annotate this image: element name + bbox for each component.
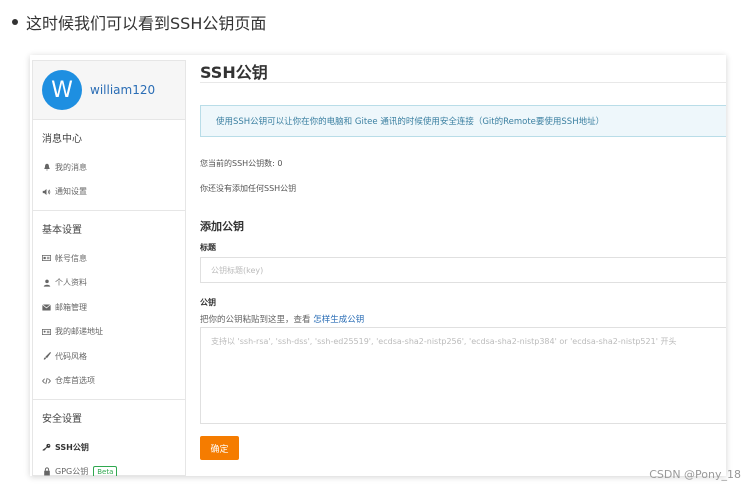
- public-key-textarea[interactable]: 支持以 'ssh-rsa', 'ssh-dss', 'ssh-ed25519',…: [200, 327, 726, 424]
- placeholder-text: 支持以 'ssh-rsa', 'ssh-dss', 'ssh-ed25519',…: [211, 337, 677, 346]
- sidebar-item-label: 我的邮递地址: [55, 327, 103, 337]
- sidebar-item-label: 个人资料: [55, 278, 87, 288]
- section-title: 安全设置: [42, 414, 82, 425]
- section-title: 消息中心: [42, 134, 82, 145]
- username[interactable]: william120: [90, 83, 155, 97]
- envelope-icon: [42, 303, 51, 312]
- sidebar-item-label: SSH公钥: [55, 442, 89, 452]
- sidebar-section-messages: 消息中心 我的消息 通知设置: [33, 120, 185, 211]
- lock-icon: [42, 467, 51, 476]
- add-key-heading: 添加公钥: [200, 220, 244, 233]
- id-card-icon: [42, 254, 51, 263]
- watermark: CSDN @Pony_18: [649, 468, 741, 481]
- sidebar-item-account-info[interactable]: 帐号信息: [33, 246, 185, 271]
- sidebar-item-address[interactable]: 我的邮递地址: [33, 320, 185, 345]
- sidebar-item-profile[interactable]: 个人资料: [33, 271, 185, 296]
- sidebar-item-label: 帐号信息: [55, 253, 87, 263]
- sidebar-section-security: 安全设置 SSH公钥 GPG公钥 Beta: [33, 400, 185, 476]
- how-to-generate-link[interactable]: 怎样生成公钥: [313, 315, 364, 325]
- sidebar-item-label: 我的消息: [55, 162, 87, 172]
- info-alert: 使用SSH公钥可以让你在你的电脑和 Gitee 通讯的时候使用安全连接（Git的…: [200, 105, 726, 137]
- sidebar-item-label: GPG公钥: [55, 467, 89, 476]
- sidebar-item-ssh-keys[interactable]: SSH公钥: [33, 435, 185, 460]
- brush-icon: [42, 352, 51, 361]
- key-label: 公钥: [200, 298, 216, 307]
- user-icon: [42, 278, 51, 287]
- bell-icon: [42, 163, 51, 172]
- settings-sidebar: W william120 消息中心 我的消息 通知设置 基本设置 帐号信息 个人…: [32, 60, 186, 476]
- page-title: SSH公钥: [200, 63, 268, 82]
- placeholder-text: 公钥标题(key): [211, 265, 264, 275]
- user-card[interactable]: W william120: [33, 61, 185, 120]
- sidebar-item-repo-preferences[interactable]: 仓库首选项: [33, 369, 185, 394]
- key-hint: 把你的公钥粘贴到这里，查看 怎样生成公钥: [200, 313, 364, 325]
- hint-text: 把你的公钥粘贴到这里，查看: [200, 315, 311, 325]
- beta-badge: Beta: [93, 465, 118, 476]
- intro-line: 这时候我们可以看到SSH公钥页面: [10, 10, 266, 34]
- sidebar-item-gpg-keys[interactable]: GPG公钥 Beta: [33, 460, 185, 476]
- sidebar-item-notification-settings[interactable]: 通知设置: [33, 180, 185, 205]
- avatar[interactable]: W: [42, 70, 82, 110]
- section-title: 基本设置: [42, 225, 82, 236]
- code-icon: [42, 376, 51, 385]
- sidebar-item-label: 代码风格: [55, 351, 87, 361]
- confirm-button[interactable]: 确定: [200, 436, 239, 460]
- sidebar-section-basic: 基本设置 帐号信息 个人资料 邮箱管理 我的邮递地址 代码风格 仓库首选项: [33, 211, 185, 400]
- title-label: 标题: [200, 243, 216, 252]
- empty-state-text: 你还没有添加任何SSH公钥: [200, 184, 297, 193]
- divider: [200, 82, 726, 83]
- address-card-icon: [42, 327, 51, 336]
- intro-text: 这时候我们可以看到SSH公钥页面: [26, 14, 267, 33]
- sidebar-item-email[interactable]: 邮箱管理: [33, 295, 185, 320]
- sidebar-item-label: 通知设置: [55, 187, 87, 197]
- key-icon: [42, 443, 51, 452]
- key-count-text: 您当前的SSH公钥数: 0: [200, 159, 283, 168]
- sidebar-item-my-messages[interactable]: 我的消息: [33, 155, 185, 180]
- bullet-dot: [12, 19, 18, 25]
- key-title-input[interactable]: 公钥标题(key): [200, 257, 726, 283]
- speaker-icon: [42, 187, 51, 196]
- sidebar-item-code-style[interactable]: 代码风格: [33, 344, 185, 369]
- sidebar-item-label: 仓库首选项: [55, 376, 95, 386]
- sidebar-item-label: 邮箱管理: [55, 302, 87, 312]
- main-content: SSH公钥 使用SSH公钥可以让你在你的电脑和 Gitee 通讯的时候使用安全连…: [200, 55, 726, 476]
- screenshot-frame: W william120 消息中心 我的消息 通知设置 基本设置 帐号信息 个人…: [30, 55, 726, 476]
- info-text: 使用SSH公钥可以让你在你的电脑和 Gitee 通讯的时候使用安全连接（Git的…: [216, 117, 605, 127]
